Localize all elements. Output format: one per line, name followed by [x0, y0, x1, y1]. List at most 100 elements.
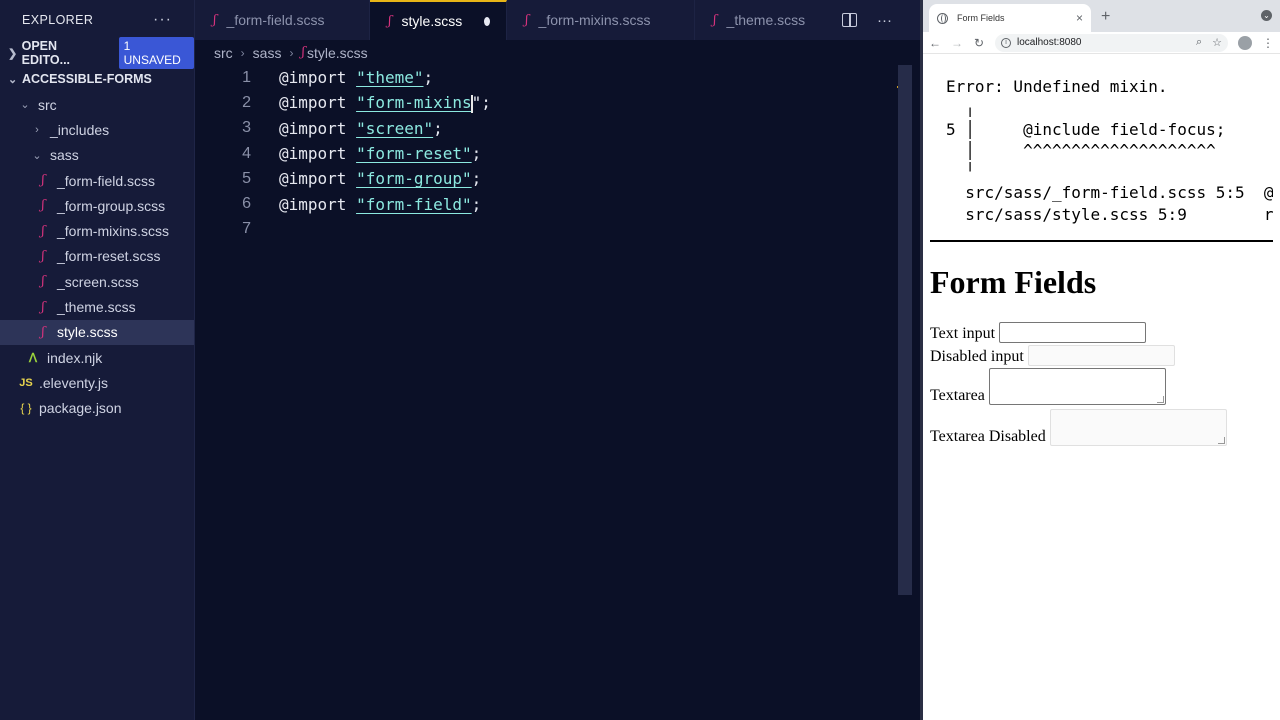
- code-text: @import "theme";: [279, 68, 433, 87]
- disabled-textarea: [1049, 409, 1227, 446]
- line-number: 4: [242, 144, 251, 162]
- tab-style-active[interactable]: ʃ style.scss: [370, 0, 507, 40]
- tab-label: _form-field.scss: [226, 12, 325, 28]
- code-editor[interactable]: 1 @import "theme"; 2 @import "form-mixin…: [195, 65, 910, 720]
- code-string: "theme": [356, 68, 424, 88]
- tree-file-package-json[interactable]: { } package.json: [0, 396, 194, 421]
- code-text: @import "form-mixins";: [279, 93, 491, 113]
- field-label: Textarea: [930, 387, 985, 404]
- text-input[interactable]: [999, 322, 1147, 343]
- code-keyword: @import: [279, 169, 357, 189]
- tree-folder-sass[interactable]: ⌄ sass: [0, 143, 194, 168]
- code-punct: ;: [433, 118, 443, 138]
- code-line[interactable]: 4 @import "form-reset";: [195, 141, 910, 166]
- tab-form-mixins[interactable]: ʃ _form-mixins.scss: [507, 0, 695, 40]
- browser-tab-strip: Form Fields × + ⌄: [923, 0, 1280, 32]
- code-line[interactable]: 1 @import "theme";: [195, 65, 910, 90]
- field-label: Textarea Disabled: [930, 428, 1046, 445]
- tree-folder-includes[interactable]: › _includes: [0, 117, 194, 142]
- split-editor-icon[interactable]: [842, 13, 857, 27]
- new-tab-button[interactable]: +: [1101, 8, 1110, 26]
- unsaved-dot-icon[interactable]: [484, 16, 490, 26]
- browser-menu-icon[interactable]: ⋮: [1262, 36, 1274, 50]
- project-section[interactable]: ⌄ ACCESSIBLE-FORMS: [0, 66, 194, 92]
- sass-file-icon: ʃ: [41, 223, 45, 239]
- code-line[interactable]: 3 @import "screen";: [195, 116, 910, 141]
- tree-file-form-field[interactable]: ʃ _form-field.scss: [0, 168, 194, 193]
- code-text: @import "form-reset";: [279, 144, 481, 163]
- line-number: 3: [242, 119, 251, 137]
- code-punct: ;: [471, 169, 482, 189]
- code-string: "form-group": [356, 169, 472, 189]
- breadcrumb-item[interactable]: ʃ style.scss: [301, 45, 367, 61]
- breadcrumb-item[interactable]: sass: [253, 45, 282, 61]
- back-arrow-icon[interactable]: ←: [929, 36, 941, 50]
- globe-icon: [937, 12, 948, 24]
- nunjucks-file-icon: ᐱ: [28, 350, 38, 365]
- tree-file-form-group[interactable]: ʃ _form-group.scss: [0, 193, 194, 218]
- profile-avatar-icon[interactable]: [1238, 35, 1252, 50]
- line-number: 6: [242, 195, 251, 213]
- chevron-right-icon: ›: [240, 45, 245, 60]
- code-keyword: @import: [279, 194, 357, 214]
- unsaved-badge: 1 UNSAVED: [118, 37, 194, 69]
- line-number: 5: [242, 169, 251, 187]
- code-keyword: @import: [279, 144, 357, 164]
- open-editors-section[interactable]: ❯ OPEN EDITO... 1 UNSAVED: [0, 37, 194, 69]
- sass-error-message: Error: Undefined mixin. ╷ 5 │ @include f…: [946, 77, 1273, 224]
- explorer-header: EXPLORER ···: [0, 0, 194, 40]
- form-row-text-input: Text input: [930, 322, 1273, 343]
- line-number: 1: [242, 68, 251, 86]
- breadcrumb: src › sass › ʃ style.scss: [195, 40, 920, 65]
- site-info-icon[interactable]: i: [1001, 37, 1011, 48]
- address-url: localhost:8080: [1017, 37, 1082, 48]
- sass-file-icon: ʃ: [41, 173, 45, 189]
- tree-label: index.njk: [47, 349, 103, 366]
- code-punct: ;: [481, 93, 491, 113]
- code-line[interactable]: 6 @import "form-field";: [195, 191, 910, 216]
- zoom-icon[interactable]: ⌕: [1196, 36, 1202, 49]
- tree-file-eleventy[interactable]: JS .eleventy.js: [0, 370, 194, 395]
- code-keyword: @import: [279, 118, 357, 138]
- code-text: @import "form-group";: [279, 169, 481, 188]
- tab-actions: ···: [842, 0, 920, 40]
- editor-more-button[interactable]: ···: [877, 12, 892, 29]
- chevron-right-icon: ›: [289, 45, 294, 60]
- editor-scrollbar[interactable]: [898, 65, 912, 595]
- tree-label: _form-field.scss: [57, 172, 156, 189]
- tab-search-icon[interactable]: ⌄: [1261, 10, 1272, 21]
- tree-label: package.json: [39, 400, 122, 417]
- tab-form-field[interactable]: ʃ _form-field.scss: [195, 0, 370, 40]
- line-number: 7: [242, 220, 251, 238]
- explorer-sidebar: EXPLORER ··· ❯ OPEN EDITO... 1 UNSAVED ⌄…: [0, 0, 195, 720]
- sass-file-icon: ʃ: [41, 248, 45, 264]
- code-line[interactable]: 5 @import "form-group";: [195, 166, 910, 191]
- tree-file-form-reset[interactable]: ʃ _form-reset.scss: [0, 244, 194, 269]
- tree-file-index-njk[interactable]: ᐱ index.njk: [0, 345, 194, 370]
- code-line[interactable]: 2 @import "form-mixins";: [195, 90, 910, 115]
- explorer-more-button[interactable]: ···: [153, 11, 172, 29]
- tree-file-theme[interactable]: ʃ _theme.scss: [0, 294, 194, 319]
- tree-folder-src[interactable]: ⌄ src: [0, 92, 194, 117]
- sass-file-icon: ʃ: [713, 12, 717, 28]
- browser-tab[interactable]: Form Fields ×: [929, 4, 1091, 32]
- code-punct: ;: [471, 194, 482, 214]
- code-text: @import "screen";: [279, 119, 443, 138]
- sass-file-icon: ʃ: [525, 12, 529, 28]
- tab-theme[interactable]: ʃ _theme.scss: [695, 0, 825, 40]
- code-text: @import "form-field";: [279, 195, 481, 214]
- tree-file-screen[interactable]: ʃ _screen.scss: [0, 269, 194, 294]
- reload-icon[interactable]: ↻: [973, 36, 985, 50]
- forward-arrow-icon[interactable]: →: [951, 36, 963, 50]
- bookmark-star-icon[interactable]: ☆: [1212, 36, 1222, 49]
- textarea[interactable]: [988, 368, 1166, 405]
- close-tab-icon[interactable]: ×: [1076, 11, 1083, 25]
- tree-file-form-mixins[interactable]: ʃ _form-mixins.scss: [0, 218, 194, 243]
- address-bar[interactable]: i localhost:8080 ⌕ ☆: [995, 33, 1228, 52]
- code-keyword: @import: [279, 93, 357, 113]
- code-line[interactable]: 7: [195, 217, 910, 242]
- browser-toolbar: ← → ↻ i localhost:8080 ⌕ ☆ ⋮: [923, 32, 1280, 54]
- tree-file-style-active[interactable]: ʃ style.scss: [0, 319, 194, 345]
- breadcrumb-file-label: style.scss: [307, 44, 368, 61]
- breadcrumb-item[interactable]: src: [214, 45, 233, 61]
